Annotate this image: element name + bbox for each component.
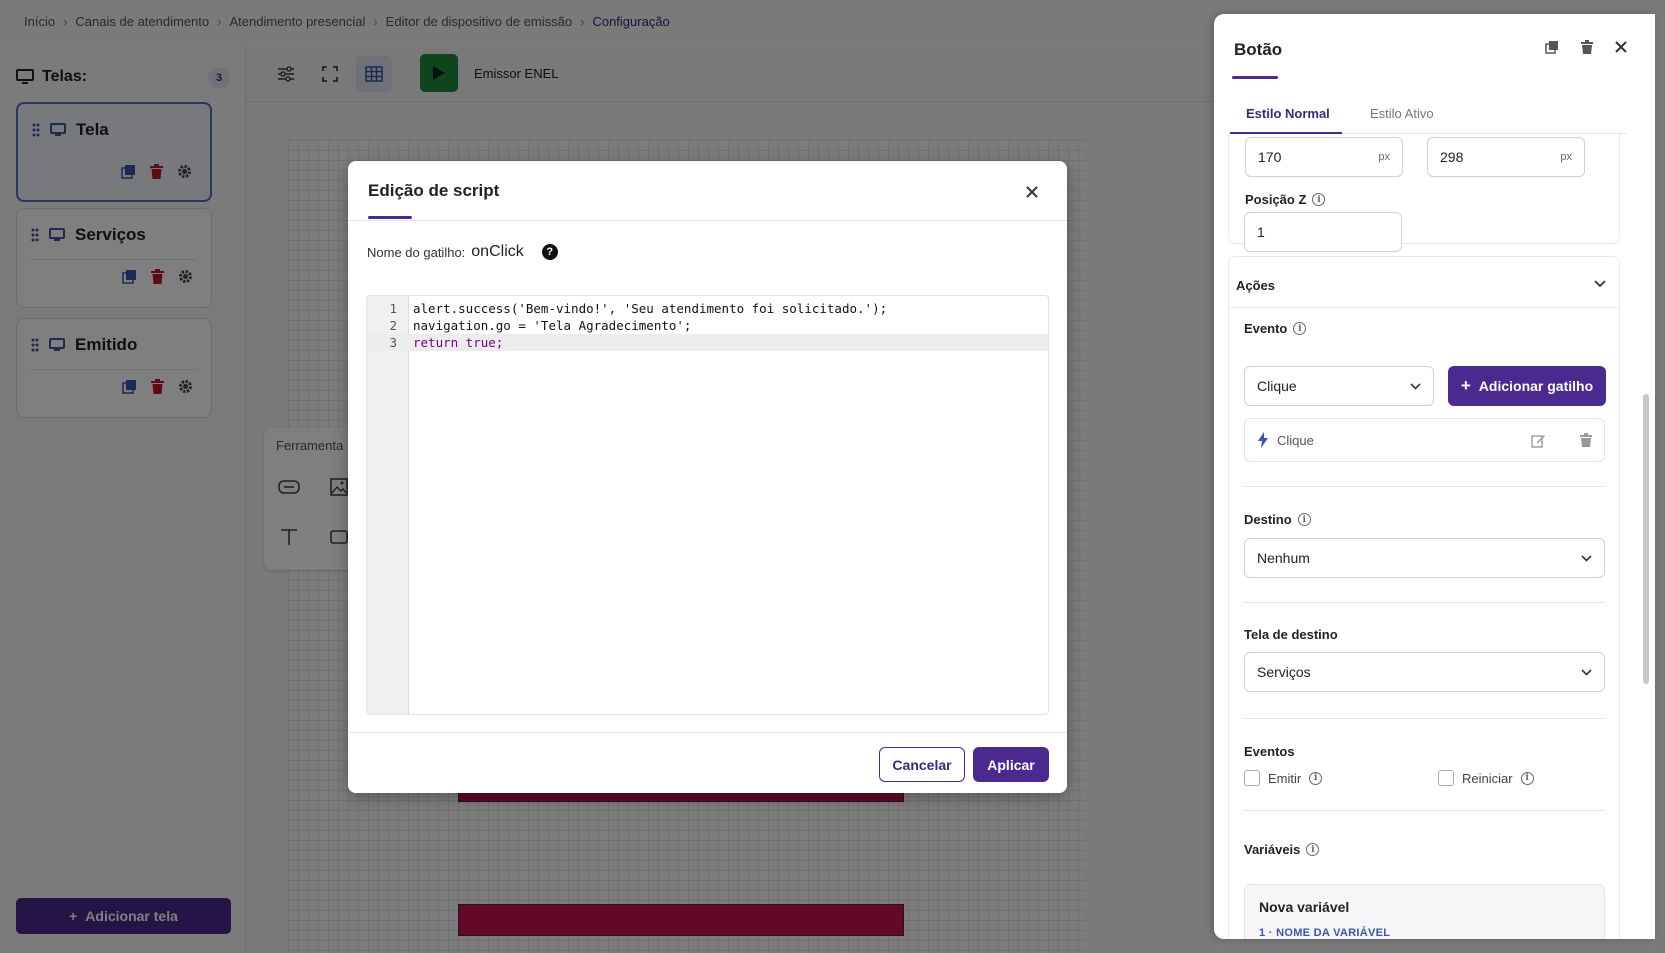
divider: [1244, 718, 1605, 719]
trigger-name-row: Nome do gatilho: onClick ?: [367, 243, 558, 261]
info-icon[interactable]: i: [1520, 771, 1534, 785]
unit-label: px: [1560, 151, 1572, 163]
line-number: 1: [389, 301, 397, 316]
destination-label: Destino i: [1244, 512, 1311, 527]
close-icon[interactable]: [1615, 41, 1627, 53]
position-y-input[interactable]: 298 px: [1427, 137, 1585, 177]
variable-name-label: 1 · NOME DA VARIÁVEL: [1259, 927, 1391, 939]
line-number: 3: [389, 335, 397, 350]
chevron-down-icon[interactable]: [1594, 280, 1606, 288]
restart-label: Reiniciar: [1462, 770, 1513, 786]
restart-checkbox[interactable]: [1438, 770, 1454, 786]
code-line[interactable]: 1 alert.success('Bem-vindo!', 'Seu atend…: [367, 300, 1048, 317]
tab-estilo-ativo[interactable]: Estilo Ativo: [1370, 106, 1434, 121]
variables-label: Variáveis i: [1244, 842, 1320, 857]
properties-drawer: Botão Estilo Normal Estilo Ativo 170 px …: [1214, 14, 1655, 939]
chevron-down-icon: [1581, 554, 1592, 562]
divider: [1244, 810, 1605, 811]
destination-select-value: Nenhum: [1257, 550, 1310, 566]
destination-select[interactable]: Nenhum: [1244, 538, 1605, 578]
code-editor[interactable]: 1 alert.success('Bem-vindo!', 'Seu atend…: [366, 295, 1049, 715]
position-x-value: 170: [1258, 149, 1282, 165]
divider: [1244, 486, 1605, 487]
apply-button[interactable]: Aplicar: [973, 747, 1049, 782]
drawer-scroll-body[interactable]: 170 px 298 px Posição Z i 1 Ações Evento…: [1214, 134, 1655, 939]
chevron-down-icon: [1581, 668, 1592, 676]
line-number: 2: [389, 318, 397, 333]
lightning-icon: [1257, 432, 1269, 448]
emit-checkbox-row: Emitir i: [1244, 770, 1323, 786]
code-line[interactable]: 2 navigation.go = 'Tela Agradecimento';: [367, 317, 1048, 334]
title-accent: [368, 216, 412, 219]
target-screen-select[interactable]: Serviços: [1244, 652, 1605, 692]
close-icon[interactable]: [1021, 181, 1043, 203]
event-select-value: Clique: [1257, 378, 1297, 394]
restart-checkbox-row: Reiniciar i: [1438, 770, 1534, 786]
line-number-gutter: [367, 296, 409, 714]
code-text: navigation.go = 'Tela Agradecimento';: [413, 318, 692, 333]
info-icon[interactable]: i: [1297, 513, 1311, 526]
target-screen-label: Tela de destino: [1244, 627, 1338, 642]
trigger-name-value: onClick: [471, 243, 524, 260]
new-variable-title: Nova variável: [1259, 899, 1350, 915]
divider: [1228, 307, 1620, 308]
modal-footer: Cancelar Aplicar: [348, 732, 1067, 793]
info-icon[interactable]: i: [1293, 322, 1307, 335]
code-line-active[interactable]: 3 return true;: [367, 334, 1048, 351]
variables-label-text: Variáveis: [1244, 842, 1301, 857]
drawer-tabs: Estilo Normal Estilo Ativo: [1230, 96, 1627, 134]
script-edit-modal: Edição de script Nome do gatilho: onClic…: [348, 161, 1067, 793]
info-icon[interactable]: i: [1309, 771, 1323, 785]
code-text: alert.success('Bem-vindo!', 'Seu atendim…: [413, 301, 888, 316]
trigger-name-label: Nome do gatilho:: [367, 244, 466, 260]
code-text: return true;: [413, 335, 504, 350]
trash-icon[interactable]: [1580, 433, 1592, 447]
event-select[interactable]: Clique: [1244, 366, 1434, 406]
tab-estilo-normal[interactable]: Estilo Normal: [1246, 106, 1330, 121]
position-x-input[interactable]: 170 px: [1245, 137, 1403, 177]
edit-icon[interactable]: [1531, 433, 1546, 448]
add-trigger-label: Adicionar gatilho: [1478, 378, 1594, 394]
destination-label-text: Destino: [1244, 512, 1292, 527]
drawer-scrollbar[interactable]: [1643, 394, 1649, 684]
actions-header[interactable]: Ações: [1236, 278, 1275, 293]
title-accent: [1232, 76, 1278, 79]
info-icon[interactable]: i: [1312, 193, 1326, 206]
divider: [1244, 602, 1605, 603]
z-position-label: Posição Z i: [1245, 192, 1326, 207]
z-position-input[interactable]: 1: [1244, 212, 1402, 252]
event-label: Evento i: [1244, 321, 1307, 336]
plus-icon: +: [1460, 376, 1471, 395]
trigger-list-item: Clique: [1244, 418, 1605, 462]
events-label: Eventos: [1244, 744, 1295, 759]
divider: [348, 220, 1067, 221]
trigger-item-label: Clique: [1277, 432, 1314, 448]
unit-label: px: [1378, 151, 1390, 163]
position-y-value: 298: [1440, 149, 1464, 165]
actions-section: [1228, 256, 1620, 939]
chevron-down-icon: [1410, 382, 1421, 390]
trash-icon[interactable]: [1581, 40, 1593, 54]
add-trigger-button[interactable]: + Adicionar gatilho: [1448, 366, 1606, 406]
emit-checkbox[interactable]: [1244, 770, 1260, 786]
modal-title: Edição de script: [368, 181, 500, 200]
target-screen-value: Serviços: [1257, 664, 1311, 680]
emit-label: Emitir: [1268, 770, 1302, 786]
info-icon[interactable]: i: [1306, 843, 1320, 856]
new-variable-card: Nova variável 1 · NOME DA VARIÁVEL: [1244, 884, 1605, 939]
help-icon[interactable]: ?: [541, 244, 558, 260]
duplicate-icon[interactable]: [1545, 40, 1559, 54]
cancel-button[interactable]: Cancelar: [879, 747, 965, 782]
z-position-value: 1: [1257, 224, 1265, 240]
actions-title: Ações: [1236, 278, 1276, 293]
z-position-label-text: Posição Z: [1245, 192, 1307, 207]
event-label-text: Evento: [1244, 321, 1288, 336]
drawer-title: Botão: [1234, 40, 1283, 59]
